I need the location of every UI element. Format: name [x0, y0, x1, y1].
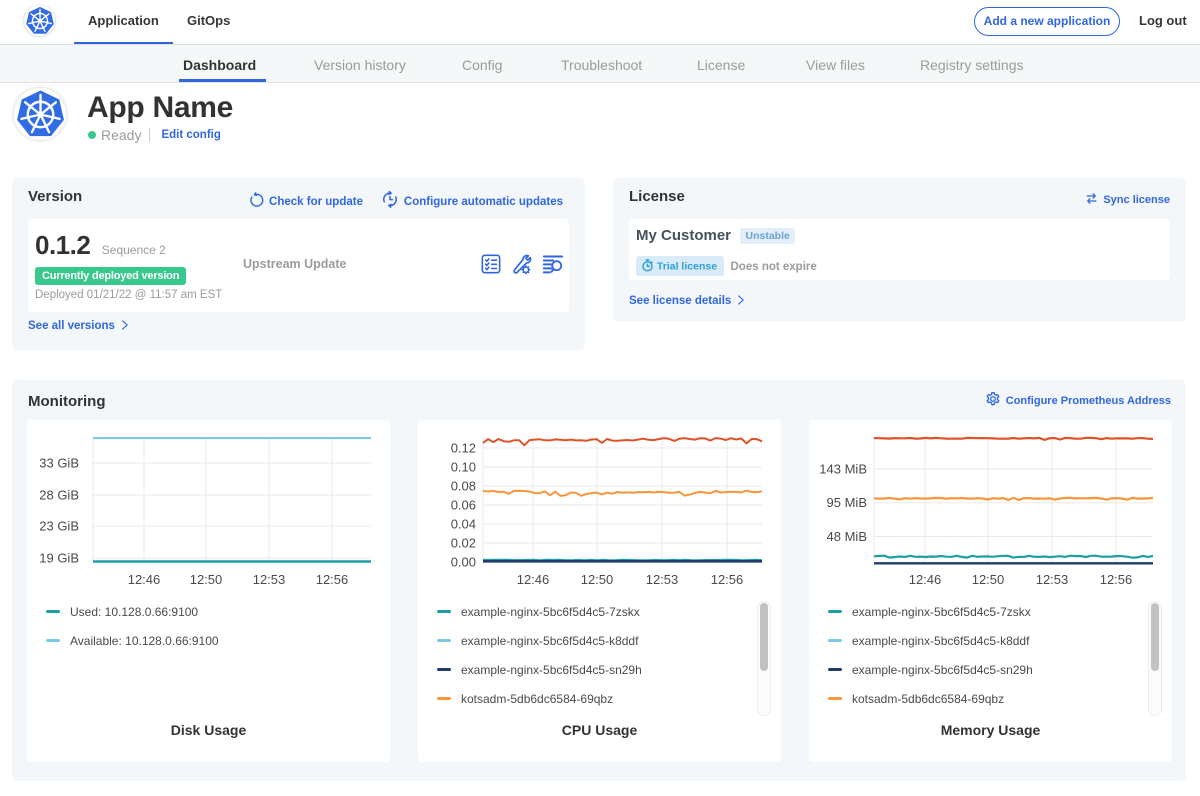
svg-text:12:50: 12:50 — [581, 572, 614, 587]
svg-text:12:56: 12:56 — [1100, 572, 1133, 587]
svg-text:12:53: 12:53 — [646, 572, 679, 587]
svg-text:28 GiB: 28 GiB — [39, 488, 79, 503]
svg-text:12:53: 12:53 — [253, 572, 286, 587]
svg-text:12:46: 12:46 — [909, 572, 942, 587]
svg-text:12:46: 12:46 — [128, 572, 161, 587]
svg-text:0.08: 0.08 — [451, 479, 476, 494]
svg-text:0.00: 0.00 — [451, 555, 476, 570]
svg-text:0.06: 0.06 — [451, 498, 476, 513]
svg-text:0.10: 0.10 — [451, 460, 476, 475]
svg-text:19 GiB: 19 GiB — [39, 551, 79, 566]
svg-text:12:46: 12:46 — [517, 572, 550, 587]
svg-text:48 MiB: 48 MiB — [827, 529, 867, 544]
svg-text:95 MiB: 95 MiB — [827, 495, 867, 510]
svg-text:12:53: 12:53 — [1036, 572, 1069, 587]
svg-text:12:50: 12:50 — [972, 572, 1005, 587]
svg-text:12:50: 12:50 — [190, 572, 223, 587]
svg-text:33 GiB: 33 GiB — [39, 456, 79, 471]
svg-text:12:56: 12:56 — [711, 572, 744, 587]
svg-text:12:56: 12:56 — [316, 572, 349, 587]
svg-text:143 MiB: 143 MiB — [819, 462, 867, 477]
svg-text:0.02: 0.02 — [451, 536, 476, 551]
svg-text:0.04: 0.04 — [451, 517, 476, 532]
svg-text:0.12: 0.12 — [451, 441, 476, 456]
svg-text:23 GiB: 23 GiB — [39, 519, 79, 534]
